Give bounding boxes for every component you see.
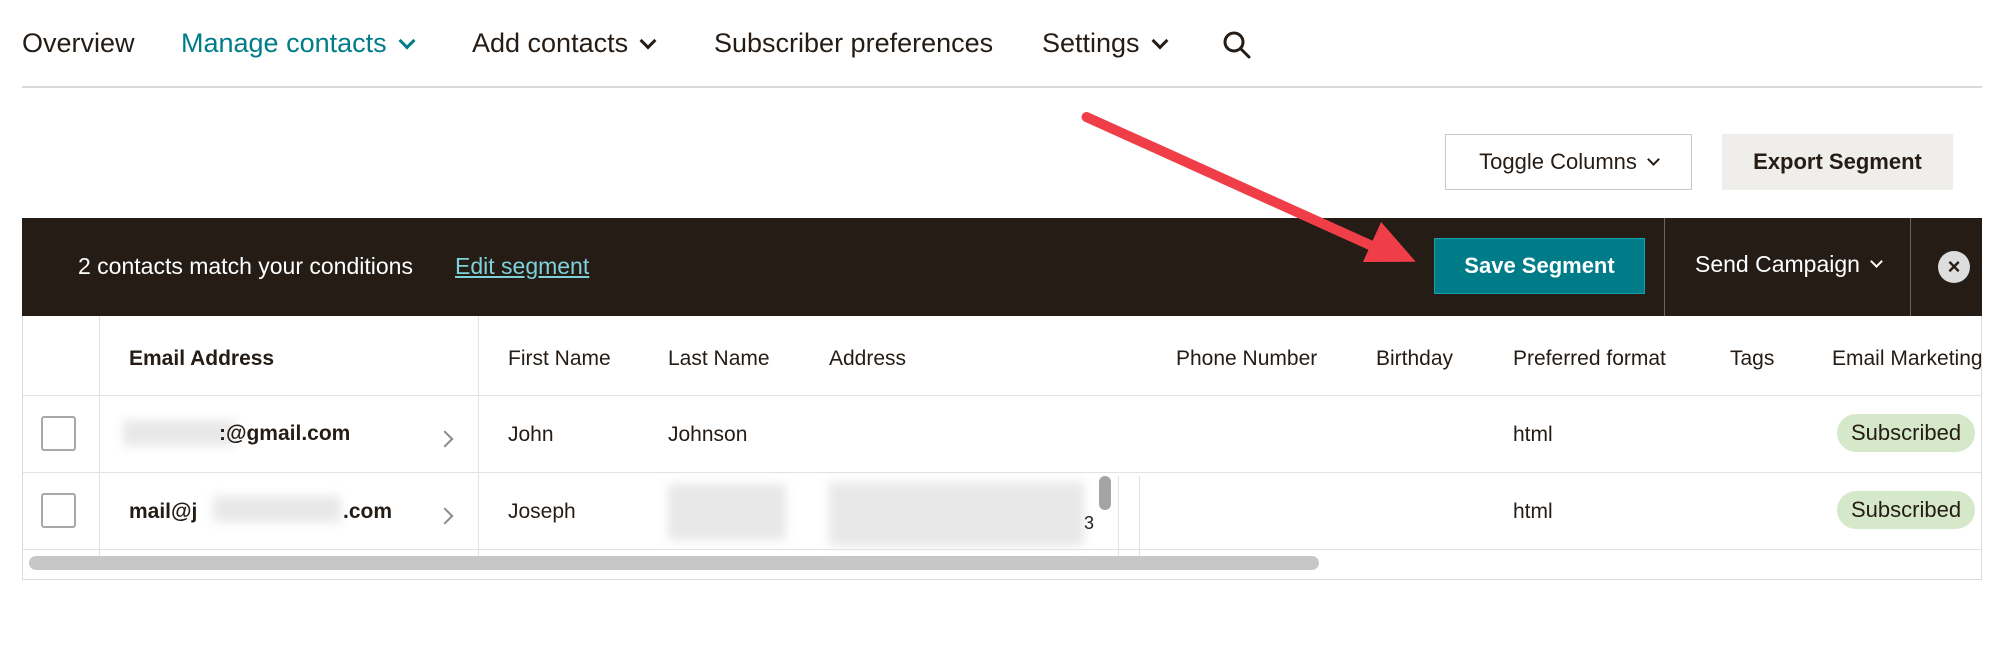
nav-overview-label: Overview xyxy=(22,28,135,58)
contacts-table: Email Address First Name Last Name Addre… xyxy=(22,316,1982,580)
chevron-right-icon[interactable] xyxy=(436,430,454,448)
divider xyxy=(23,549,1981,550)
nav-add-contacts-label: Add contacts xyxy=(472,28,629,58)
divider xyxy=(1139,476,1140,556)
chevron-right-icon[interactable] xyxy=(436,507,454,525)
status-badge-label: Subscribed xyxy=(1851,497,1962,522)
horizontal-scrollbar[interactable] xyxy=(29,556,1319,570)
nav-manage-contacts-label: Manage contacts xyxy=(181,28,387,58)
save-segment-button[interactable]: Save Segment xyxy=(1434,238,1645,294)
divider xyxy=(23,472,1981,473)
divider xyxy=(23,395,1981,396)
toggle-columns-label: Toggle Columns xyxy=(1479,149,1637,174)
divider xyxy=(1118,476,1119,556)
format-cell: html xyxy=(1513,500,1553,523)
column-header-phone[interactable]: Phone Number xyxy=(1176,347,1317,371)
column-header-first-name[interactable]: First Name xyxy=(508,347,611,371)
divider xyxy=(478,316,479,556)
chevron-down-icon xyxy=(1870,255,1883,268)
status-badge: Subscribed xyxy=(1837,414,1976,452)
divider xyxy=(1664,218,1665,316)
nav-subscriber-preferences[interactable]: Subscriber preferences xyxy=(714,28,993,59)
nav-manage-contacts[interactable]: Manage contacts xyxy=(181,28,416,59)
close-icon[interactable]: × xyxy=(1938,251,1970,283)
column-header-last-name[interactable]: Last Name xyxy=(668,347,770,371)
row-checkbox[interactable] xyxy=(41,493,76,528)
chevron-down-icon xyxy=(398,32,416,49)
redacted-text xyxy=(668,484,786,540)
send-campaign-label: Send Campaign xyxy=(1695,251,1860,277)
email-cell-suffix: .com xyxy=(343,500,393,523)
column-header-address[interactable]: Address xyxy=(829,347,906,371)
email-cell-prefix: mail@j xyxy=(129,500,198,523)
column-header-email[interactable]: Email Address xyxy=(129,347,274,371)
top-nav: Overview Manage contacts Add contacts Su… xyxy=(22,0,1982,88)
column-header-email-marketing[interactable]: Email Marketing xyxy=(1832,347,1981,371)
column-header-birthday[interactable]: Birthday xyxy=(1376,347,1453,371)
address-fragment: 3 xyxy=(1084,513,1095,533)
first-name-cell: Joseph xyxy=(508,500,576,523)
export-segment-button[interactable]: Export Segment xyxy=(1722,134,1953,190)
export-segment-label: Export Segment xyxy=(1753,149,1922,174)
column-header-tags[interactable]: Tags xyxy=(1730,347,1774,371)
first-name-cell: John xyxy=(508,423,554,446)
toggle-columns-button[interactable]: Toggle Columns xyxy=(1445,134,1692,190)
last-name-cell: Johnson xyxy=(668,423,748,446)
format-cell: html xyxy=(1513,423,1553,446)
status-badge-label: Subscribed xyxy=(1851,420,1962,445)
vertical-scrollbar[interactable] xyxy=(1099,476,1111,510)
save-segment-label: Save Segment xyxy=(1464,253,1615,278)
chevron-down-icon xyxy=(1647,152,1660,166)
match-count-text: 2 contacts match your conditions xyxy=(78,253,413,279)
nav-add-contacts[interactable]: Add contacts xyxy=(472,28,657,59)
edit-segment-link[interactable]: Edit segment xyxy=(455,253,589,280)
row-checkbox[interactable] xyxy=(41,416,76,451)
nav-settings[interactable]: Settings xyxy=(1042,28,1169,59)
nav-settings-label: Settings xyxy=(1042,28,1140,58)
redacted-text xyxy=(829,482,1084,546)
nav-subscriber-preferences-label: Subscriber preferences xyxy=(714,28,994,58)
chevron-down-icon xyxy=(639,32,657,49)
nav-overview[interactable]: Overview xyxy=(22,28,135,59)
status-badge: Subscribed xyxy=(1837,491,1976,529)
send-campaign-dropdown[interactable]: Send Campaign xyxy=(1695,251,1883,278)
email-cell: :@gmail.com xyxy=(219,422,351,445)
segment-bar: 2 contacts match your conditions Edit se… xyxy=(22,218,1982,316)
search-icon[interactable] xyxy=(1222,30,1252,60)
column-header-preferred-format[interactable]: Preferred format xyxy=(1513,347,1666,371)
chevron-down-icon xyxy=(1151,32,1169,49)
redacted-text xyxy=(213,496,341,522)
divider xyxy=(1910,218,1911,316)
divider xyxy=(99,316,100,556)
